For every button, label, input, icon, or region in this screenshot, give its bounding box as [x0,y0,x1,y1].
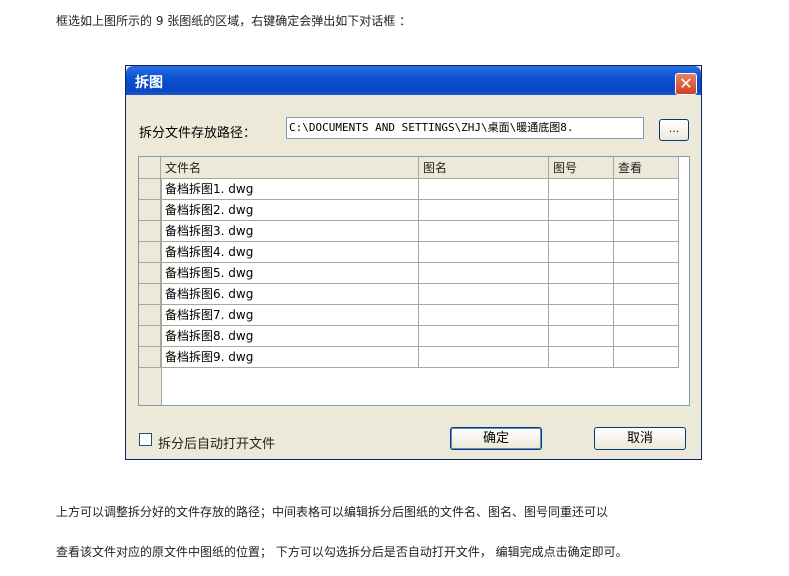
col-header-title[interactable]: 图名 [419,157,549,179]
cancel-button[interactable]: 取消 [594,427,686,450]
cell-view[interactable] [614,179,679,200]
close-button[interactable]: ✕ [675,73,697,95]
cell-filename[interactable]: 备档拆图2. dwg [161,200,419,221]
row-header[interactable] [139,242,161,263]
row-header[interactable] [139,326,161,347]
cell-number[interactable] [549,284,614,305]
cell-view[interactable] [614,263,679,284]
cell-filename[interactable]: 备档拆图9. dwg [161,347,419,368]
row-header[interactable] [139,305,161,326]
cell-view[interactable] [614,284,679,305]
cell-number[interactable] [549,263,614,284]
auto-open-checkbox[interactable] [139,433,152,446]
cell-title[interactable] [419,326,549,347]
description-line-2: 查看该文件对应的原文件中图纸的位置； 下方可以勾选拆分后是否自动打开文件， 编辑… [56,545,628,559]
close-icon: ✕ [679,74,693,93]
cell-title[interactable] [419,242,549,263]
grid-corner [139,157,161,179]
cell-number[interactable] [549,179,614,200]
cell-filename[interactable]: 备档拆图5. dwg [161,263,419,284]
cell-view[interactable] [614,305,679,326]
dialog-titlebar[interactable]: 拆图 ✕ [126,66,701,95]
col-header-filename[interactable]: 文件名 [161,157,419,179]
cell-number[interactable] [549,200,614,221]
cell-filename[interactable]: 备档拆图3. dwg [161,221,419,242]
cell-title[interactable] [419,200,549,221]
row-header[interactable] [139,347,161,368]
ok-button[interactable]: 确定 [450,427,542,450]
row-header[interactable] [139,179,161,200]
file-grid: 文件名 图名 图号 查看 备档拆图1. dwg 备档拆图2. dwg 备档拆图3. … [138,156,690,406]
cell-view[interactable] [614,221,679,242]
cell-filename[interactable]: 备档拆图7. dwg [161,305,419,326]
cell-number[interactable] [549,326,614,347]
split-dialog: 拆图 ✕ 拆分文件存放路径： C:\DOCUMENTS AND SETTINGS… [125,65,702,460]
row-header[interactable] [139,200,161,221]
auto-open-label: 拆分后自动打开文件 [158,437,276,452]
cell-title[interactable] [419,347,549,368]
browse-button[interactable]: ... [659,119,689,141]
cell-number[interactable] [549,347,614,368]
cell-view[interactable] [614,200,679,221]
cell-filename[interactable]: 备档拆图6. dwg [161,284,419,305]
row-header[interactable] [139,263,161,284]
row-header[interactable] [139,284,161,305]
cell-title[interactable] [419,305,549,326]
row-header[interactable] [139,221,161,242]
dialog-title: 拆图 [135,75,163,91]
cell-title[interactable] [419,263,549,284]
cell-title[interactable] [419,221,549,242]
description-line-1: 上方可以调整拆分好的文件存放的路径；中间表格可以编辑拆分后图纸的文件名、图名、图… [56,505,609,519]
cell-view[interactable] [614,347,679,368]
col-header-view[interactable]: 查看 [614,157,679,179]
cell-filename[interactable]: 备档拆图4. dwg [161,242,419,263]
cell-view[interactable] [614,242,679,263]
cell-view[interactable] [614,326,679,347]
intro-text: 框选如上图所示的 9 张图纸的区域，右键确定会弹出如下对话框 ： [56,14,412,28]
cell-title[interactable] [419,284,549,305]
cell-number[interactable] [549,305,614,326]
col-header-number[interactable]: 图号 [549,157,614,179]
cell-title[interactable] [419,179,549,200]
cell-filename[interactable]: 备档拆图8. dwg [161,326,419,347]
cell-number[interactable] [549,221,614,242]
cell-number[interactable] [549,242,614,263]
cell-filename[interactable]: 备档拆图1. dwg [161,179,419,200]
path-label: 拆分文件存放路径： [139,126,257,141]
path-input[interactable]: C:\DOCUMENTS AND SETTINGS\ZHJ\桌面\暖通底图8. [286,117,644,139]
